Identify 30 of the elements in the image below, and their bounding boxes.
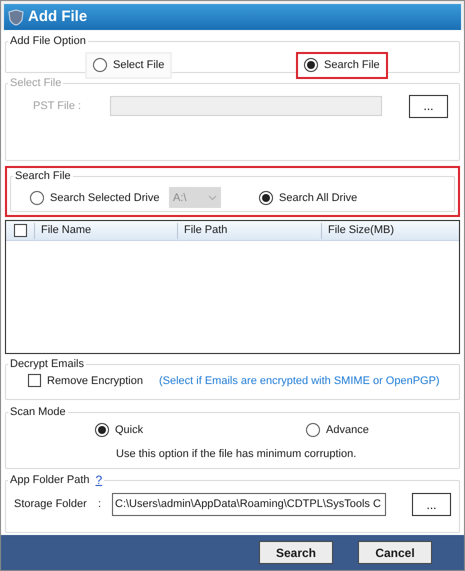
radio-option[interactable]: Quick	[95, 422, 306, 438]
select-all-checkbox[interactable]	[14, 224, 26, 237]
field-label: PST File :	[32, 98, 82, 114]
scan-mode-description: Use this option if the file has minimum corruption.	[116, 448, 356, 460]
browse-button[interactable]: ...	[412, 493, 451, 516]
group-title: Search File	[15, 169, 71, 184]
remove-encryption-checkbox[interactable]: Remove Encryption	[28, 372, 143, 389]
chevron-icon	[208, 194, 217, 201]
field-label: Storage Folder	[14, 497, 88, 512]
radio-option[interactable]: Search Selected Drive	[30, 190, 169, 206]
encryption-hint: (Select if Emails are encrypted with SMIME or OpenPGP)	[159, 374, 440, 388]
group-title: Select File	[10, 76, 62, 91]
column-header[interactable]: File Name	[35, 222, 178, 238]
shield-icon	[8, 8, 24, 26]
radio-option[interactable]: Advance	[306, 422, 369, 438]
dialog-button[interactable]: Cancel	[358, 541, 432, 564]
storage-folder-field[interactable]: C:\Users\admin\AppData\Roaming\CDTPL\SysTools C	[112, 493, 386, 516]
dialog-button[interactable]: Search	[259, 541, 333, 564]
column-header[interactable]: File Path	[178, 222, 322, 238]
radio-option[interactable]: Select File	[93, 56, 164, 74]
window-title: Add File	[28, 6, 88, 27]
group-title: Decrypt Emails	[10, 357, 84, 372]
radio-option[interactable]: Search File	[304, 56, 380, 74]
column-header[interactable]: File Size(MB)	[322, 222, 459, 238]
radio-option[interactable]: Search All Drive	[259, 190, 358, 206]
group-title: App Folder Path	[10, 472, 90, 488]
help-link[interactable]: ?	[96, 471, 102, 489]
separator-colon: :	[98, 497, 102, 512]
group-title: Scan Mode	[10, 405, 66, 420]
group-title: Add File Option	[10, 34, 86, 49]
